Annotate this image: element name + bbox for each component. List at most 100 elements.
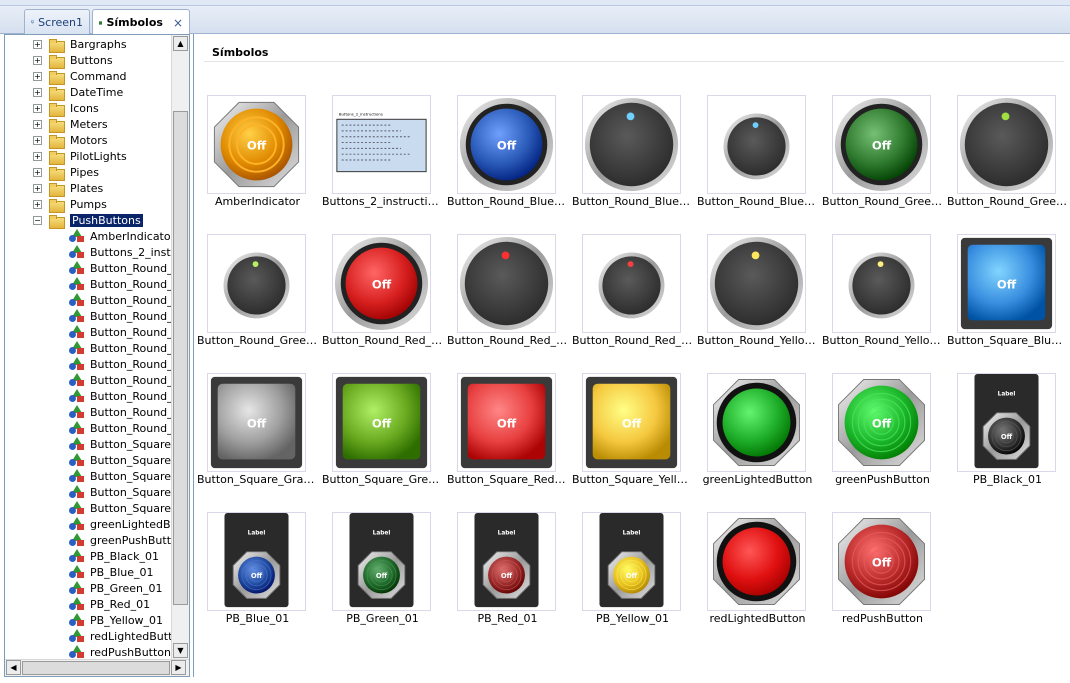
- symbol-thumbnail[interactable]: Label Off: [957, 373, 1056, 472]
- symbol-thumbnail[interactable]: Off: [207, 373, 306, 472]
- symbol-item[interactable]: Label Off PB_Black_01: [945, 373, 1070, 503]
- symbol-item[interactable]: Off Button_Round_Blue_01: [445, 95, 570, 225]
- symbol-item[interactable]: Label Off PB_Blue_01: [195, 512, 320, 642]
- scroll-thumb[interactable]: [173, 111, 188, 605]
- expand-icon[interactable]: +: [33, 39, 42, 49]
- tree-folder-meters[interactable]: + Meters: [33, 116, 108, 133]
- tree-symbol-item[interactable]: PB_Blue_01: [69, 564, 154, 580]
- symbol-item[interactable]: Off Button_Square_Red_01: [445, 373, 570, 503]
- symbol-thumbnail[interactable]: Label Off: [332, 512, 431, 611]
- symbol-thumbnail[interactable]: [707, 95, 806, 194]
- symbol-thumbnail[interactable]: Label Off: [582, 512, 681, 611]
- symbol-thumbnail[interactable]: [832, 234, 931, 333]
- symbol-item[interactable]: Off redPushButton: [820, 512, 945, 642]
- symbol-thumbnail[interactable]: Off: [832, 95, 931, 194]
- symbol-item[interactable]: Off Button_Square_Blue_01: [945, 234, 1070, 364]
- symbol-item[interactable]: greenLightedButton: [695, 373, 820, 503]
- symbol-item[interactable]: Label Off PB_Yellow_01: [570, 512, 695, 642]
- symbol-item[interactable]: Button_Round_Green...: [195, 234, 320, 364]
- symbol-item[interactable]: Off Button_Square_Green...: [320, 373, 445, 503]
- tree-folder-command[interactable]: + Command: [33, 68, 127, 85]
- tree-symbol-item[interactable]: Button_Round_G: [69, 308, 171, 324]
- expand-icon[interactable]: +: [33, 119, 42, 129]
- symbol-item[interactable]: Label Off PB_Red_01: [445, 512, 570, 642]
- collapse-icon[interactable]: −: [33, 215, 42, 225]
- tree-symbol-item[interactable]: PB_Yellow_01: [69, 612, 163, 628]
- symbol-item[interactable]: Button_Round_Blue_L...: [570, 95, 695, 225]
- tree-folder-datetime[interactable]: + DateTime: [33, 84, 123, 101]
- symbol-item[interactable]: Button_Round_Blue_L...: [695, 95, 820, 225]
- tree-symbol-item[interactable]: greenPushButton: [69, 532, 171, 548]
- tree-symbol-item[interactable]: Button_Round_B: [69, 276, 171, 292]
- symbol-item[interactable]: Off Button_Round_Green...: [820, 95, 945, 225]
- symbol-item[interactable]: Button_Round_Red_L...: [445, 234, 570, 364]
- tree-folder-pipes[interactable]: + Pipes: [33, 164, 99, 181]
- symbol-thumbnail[interactable]: [582, 234, 681, 333]
- symbol-item[interactable]: Label Off PB_Green_01: [320, 512, 445, 642]
- symbol-item[interactable]: Off Button_Round_Red_01: [320, 234, 445, 364]
- tree-folder-plates[interactable]: + Plates: [33, 180, 103, 197]
- symbol-thumbnail[interactable]: [582, 95, 681, 194]
- tree-symbol-item[interactable]: Button_Round_Y: [69, 404, 171, 420]
- symbol-thumbnail[interactable]: Buttons_2_instructions: [332, 95, 431, 194]
- symbol-item[interactable]: Off Button_Square_Yellow...: [570, 373, 695, 503]
- symbol-item[interactable]: Button_Round_Red_L...: [570, 234, 695, 364]
- tree-symbol-item[interactable]: PB_Black_01: [69, 548, 159, 564]
- tree-folder-pilotlights[interactable]: + PilotLights: [33, 148, 127, 165]
- tree-folder-bargraphs[interactable]: + Bargraphs: [33, 36, 127, 53]
- tree-symbol-item[interactable]: greenLightedButto: [69, 516, 171, 532]
- scroll-down-icon[interactable]: ▼: [173, 643, 188, 658]
- symbol-thumbnail[interactable]: Off: [207, 95, 306, 194]
- symbol-item[interactable]: Button_Round_Yellow...: [820, 234, 945, 364]
- expand-icon[interactable]: +: [33, 151, 42, 161]
- symbol-thumbnail[interactable]: Label Off: [457, 512, 556, 611]
- tree-symbol-item[interactable]: Button_Round_R: [69, 356, 171, 372]
- symbol-thumbnail[interactable]: [957, 95, 1056, 194]
- tree-vertical-scrollbar[interactable]: ▲ ▼: [171, 35, 189, 659]
- tree-folder-pumps[interactable]: + Pumps: [33, 196, 107, 213]
- symbol-item[interactable]: redLightedButton: [695, 512, 820, 642]
- symbol-item[interactable]: Button_Round_Green...: [945, 95, 1070, 225]
- symbol-thumbnail[interactable]: Off: [582, 373, 681, 472]
- tree-symbol-item[interactable]: redLightedButton: [69, 628, 171, 644]
- expand-icon[interactable]: +: [33, 135, 42, 145]
- expand-icon[interactable]: +: [33, 87, 42, 97]
- symbol-thumbnail[interactable]: Off: [332, 373, 431, 472]
- symbol-item[interactable]: Off AmberIndicator: [195, 95, 320, 225]
- tree-folder-motors[interactable]: + Motors: [33, 132, 108, 149]
- scroll-right-icon[interactable]: ▶: [171, 660, 186, 675]
- tree-symbol-item[interactable]: Button_Round_R: [69, 372, 171, 388]
- tree-symbol-item[interactable]: Button_Square_Y: [69, 500, 171, 516]
- expand-icon[interactable]: +: [33, 183, 42, 193]
- tree-symbol-item[interactable]: Button_Square_F: [69, 484, 171, 500]
- close-icon[interactable]: ×: [173, 16, 183, 30]
- expand-icon[interactable]: +: [33, 103, 42, 113]
- symbol-thumbnail[interactable]: Off: [832, 373, 931, 472]
- tree-symbol-item[interactable]: Button_Square_G: [69, 452, 171, 468]
- scroll-up-icon[interactable]: ▲: [173, 36, 188, 51]
- tree-symbol-item[interactable]: Buttons_2_instruc: [69, 244, 171, 260]
- tree-symbol-item[interactable]: Button_Round_R: [69, 388, 171, 404]
- tab-simbolos[interactable]: Símbolos ×: [92, 9, 190, 35]
- symbol-thumbnail[interactable]: [707, 234, 806, 333]
- symbol-thumbnail[interactable]: Label Off: [207, 512, 306, 611]
- expand-icon[interactable]: +: [33, 167, 42, 177]
- expand-icon[interactable]: +: [33, 55, 42, 65]
- tree-symbol-item[interactable]: Button_Round_G: [69, 324, 171, 340]
- tree-symbol-item[interactable]: PB_Green_01: [69, 580, 163, 596]
- tab-screen1[interactable]: Screen1: [24, 9, 90, 34]
- tree-horizontal-scrollbar[interactable]: ◀ ▶: [5, 659, 189, 676]
- symbol-thumbnail[interactable]: [707, 373, 806, 472]
- symbol-item[interactable]: Button_Round_Yellow...: [695, 234, 820, 364]
- symbol-thumbnail[interactable]: Off: [332, 234, 431, 333]
- symbol-item[interactable]: Buttons_2_instructions Buttons_2_instruct…: [320, 95, 445, 225]
- symbol-item[interactable]: Off Button_Square_Gray_01: [195, 373, 320, 503]
- tree-symbol-item[interactable]: Button_Square_B: [69, 436, 171, 452]
- tree-symbol-item[interactable]: redPushButton: [69, 644, 171, 659]
- scroll-left-icon[interactable]: ◀: [6, 660, 21, 675]
- tree-symbol-item[interactable]: AmberIndicator: [69, 228, 171, 244]
- tree-symbol-item[interactable]: Button_Square_G: [69, 468, 171, 484]
- symbol-item[interactable]: Off greenPushButton: [820, 373, 945, 503]
- symbol-thumbnail[interactable]: Off: [457, 373, 556, 472]
- scroll-thumb-h[interactable]: [22, 661, 170, 675]
